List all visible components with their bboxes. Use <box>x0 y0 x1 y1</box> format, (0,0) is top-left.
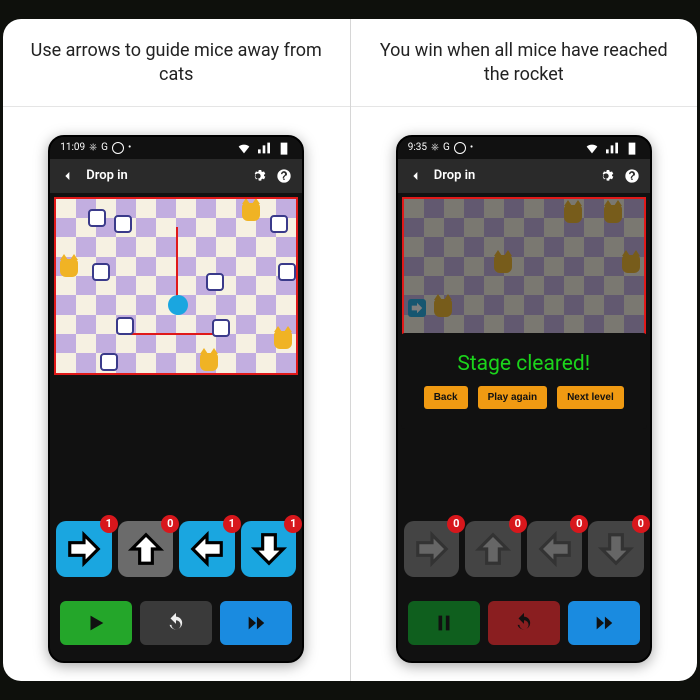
next-level-button[interactable]: Next level <box>557 386 624 409</box>
status-time: 11:09 <box>60 142 85 153</box>
cat-sprite <box>604 205 622 223</box>
arrow-badge: 0 <box>509 515 527 533</box>
arrow-badge: 1 <box>284 515 302 533</box>
arrow-palette: 1 0 1 1 <box>50 511 302 587</box>
phone-left: 11:09 ⎈ G• Drop in <box>48 135 304 663</box>
play-again-button[interactable]: Play again <box>478 386 547 409</box>
panel-guide: Use arrows to guide mice away from cats … <box>3 19 350 681</box>
back-icon[interactable] <box>60 168 76 184</box>
signal-icon <box>604 140 620 156</box>
arrow-left-button: 0 <box>527 521 583 577</box>
board-area: Stage cleared! Back Play again Next leve… <box>398 193 650 375</box>
status-dot-icon <box>112 142 124 154</box>
rocket-goal <box>168 295 188 315</box>
mouse-sprite <box>92 263 110 281</box>
cat-sprite <box>494 255 512 273</box>
battery-icon <box>276 140 292 156</box>
mouse-sprite <box>278 263 296 281</box>
arrow-badge: 0 <box>447 515 465 533</box>
gear-icon[interactable] <box>250 168 266 184</box>
mouse-sprite <box>114 215 132 233</box>
wifi-icon <box>236 140 252 156</box>
arrow-right-button: 0 <box>404 521 460 577</box>
arrow-up-button[interactable]: 0 <box>118 521 174 577</box>
battery-icon <box>624 140 640 156</box>
statusbar: 11:09 ⎈ G• <box>50 137 302 159</box>
arrow-badge: 1 <box>100 515 118 533</box>
caption-right: You win when all mice have reached the r… <box>351 19 698 107</box>
cat-sprite <box>274 331 292 349</box>
pause-button[interactable] <box>408 601 480 645</box>
signal-icon <box>256 140 272 156</box>
arrow-palette: 0 0 0 0 <box>398 511 650 587</box>
arrow-up-button: 0 <box>465 521 521 577</box>
arrow-badge: 0 <box>632 515 650 533</box>
mouse-sprite <box>270 215 288 233</box>
statusbar: 9:35 ⎈ G• <box>398 137 650 159</box>
arrow-right-button[interactable]: 1 <box>56 521 112 577</box>
cat-sprite <box>242 203 260 221</box>
help-icon[interactable] <box>624 168 640 184</box>
caption-left: Use arrows to guide mice away from cats <box>3 19 350 107</box>
cat-sprite <box>564 205 582 223</box>
cleared-message: Stage cleared! <box>457 352 590 376</box>
fastforward-button[interactable] <box>568 601 640 645</box>
back-icon[interactable] <box>408 168 424 184</box>
arrow-down-button[interactable]: 1 <box>241 521 297 577</box>
gear-icon[interactable] <box>598 168 614 184</box>
titlebar: Drop in <box>398 159 650 193</box>
mouse-sprite <box>88 209 106 227</box>
help-icon[interactable] <box>276 168 292 184</box>
title-label: Drop in <box>434 168 476 183</box>
board-area[interactable] <box>50 193 302 375</box>
reset-button[interactable] <box>488 601 560 645</box>
wifi-icon <box>584 140 600 156</box>
control-bar <box>50 587 302 661</box>
status-dot-icon <box>454 142 466 154</box>
back-button[interactable]: Back <box>424 386 468 409</box>
titlebar: Drop in <box>50 159 302 193</box>
control-bar <box>398 587 650 661</box>
reset-button[interactable] <box>140 601 212 645</box>
store-frame: Use arrows to guide mice away from cats … <box>3 19 697 681</box>
status-time: 9:35 <box>408 142 427 153</box>
mouse-sprite <box>212 319 230 337</box>
panel-win: You win when all mice have reached the r… <box>350 19 698 681</box>
placed-arrow-icon <box>408 299 426 317</box>
arrow-down-button: 0 <box>588 521 644 577</box>
cat-sprite <box>622 255 640 273</box>
arrow-badge: 1 <box>223 515 241 533</box>
cat-sprite <box>200 353 218 371</box>
title-label: Drop in <box>86 168 128 183</box>
arrow-badge: 0 <box>570 515 588 533</box>
fastforward-button[interactable] <box>220 601 292 645</box>
mouse-sprite <box>100 353 118 371</box>
arrow-badge: 0 <box>161 515 179 533</box>
mouse-sprite <box>206 273 224 291</box>
arrow-left-button[interactable]: 1 <box>179 521 235 577</box>
phone-right: 9:35 ⎈ G• Drop in <box>396 135 652 663</box>
play-button[interactable] <box>60 601 132 645</box>
cleared-banner: Stage cleared! Back Play again Next leve… <box>401 333 647 429</box>
game-board[interactable] <box>54 197 298 375</box>
cat-sprite <box>60 259 78 277</box>
cat-sprite <box>434 299 452 317</box>
mouse-sprite <box>116 317 134 335</box>
